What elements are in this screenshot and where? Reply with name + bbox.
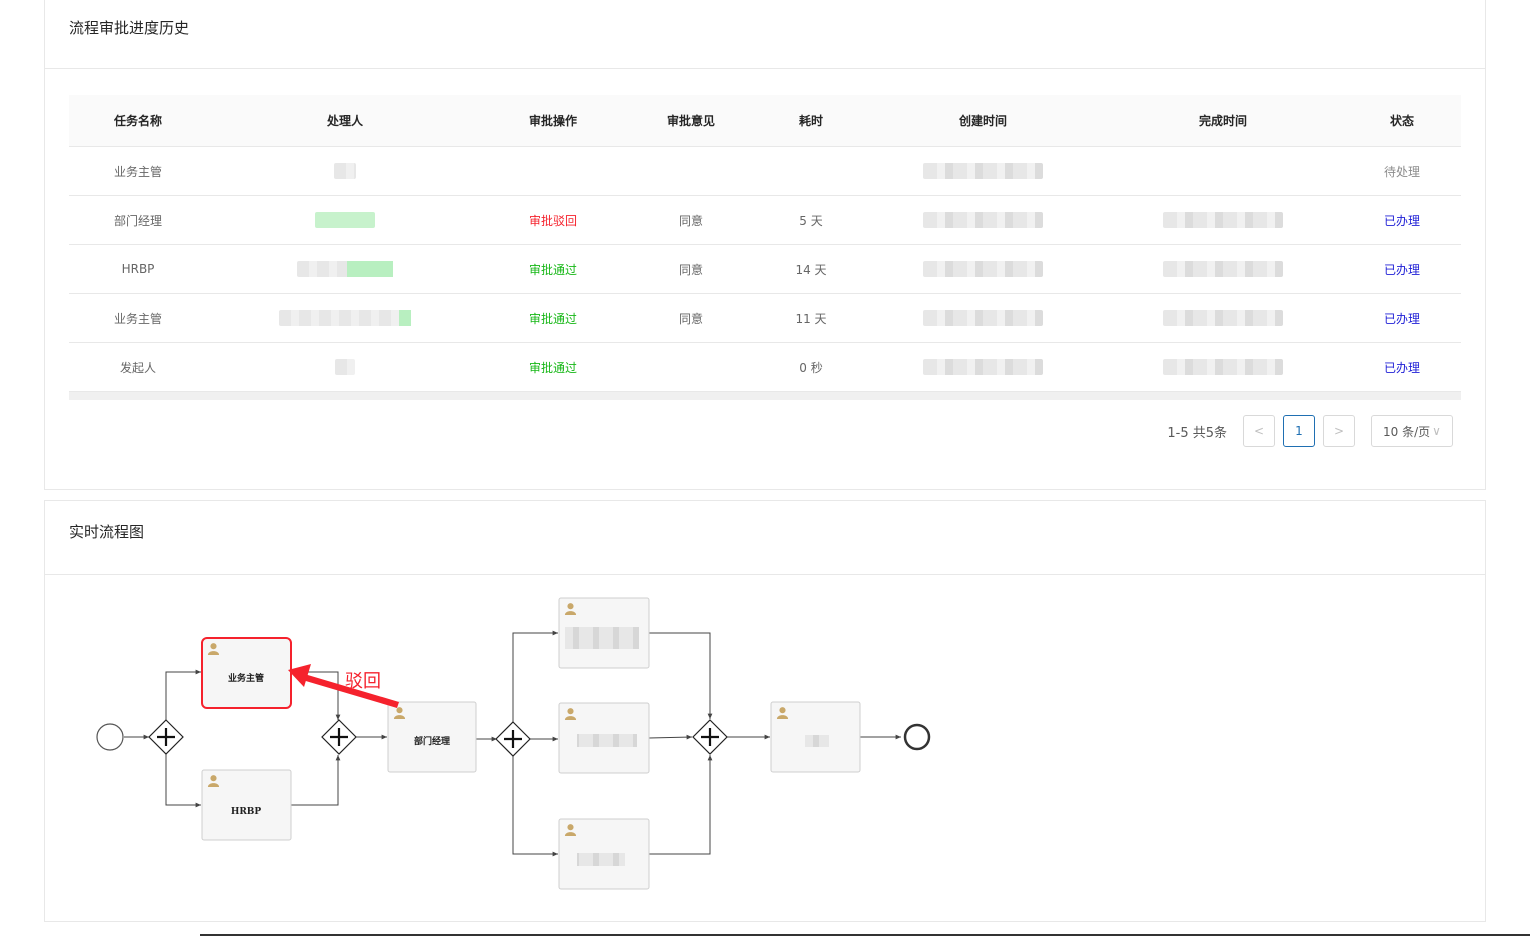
operation <box>483 147 623 195</box>
start-event <box>96 723 124 751</box>
prev-page-button[interactable]: < <box>1243 415 1275 447</box>
duration <box>759 147 863 195</box>
history-title: 流程审批进度历史 <box>45 0 1485 69</box>
col-finished-time: 完成时间 <box>1198 114 1247 128</box>
duration: 11 天 <box>795 311 827 326</box>
col-status: 状态 <box>1389 114 1414 128</box>
task-node-redacted[interactable] <box>558 702 650 774</box>
task-node-supervisor[interactable]: 业务主管 <box>201 637 292 709</box>
next-page-button[interactable]: > <box>1323 415 1355 447</box>
redacted-label <box>577 853 625 866</box>
handler-redacted <box>207 196 483 244</box>
task-node-redacted[interactable] <box>558 818 650 890</box>
status-link[interactable]: 已办理 <box>1343 343 1461 391</box>
finished-time-redacted <box>1103 196 1343 244</box>
col-handler: 处理人 <box>326 114 363 128</box>
operation: 审批通过 <box>528 360 577 375</box>
pagination-total: 1-5 共5条 <box>1167 425 1227 441</box>
reject-annotation: 驳回 <box>288 664 399 708</box>
created-time-redacted <box>863 294 1103 342</box>
task-name: HRBP <box>121 262 155 276</box>
table-row: 部门经理 审批驳回 同意 5 天 已办理 <box>69 196 1461 245</box>
duration: 0 秒 <box>799 360 823 375</box>
col-opinion: 审批意见 <box>666 114 715 128</box>
task-name: 业务主管 <box>113 311 162 326</box>
redacted-label <box>805 735 829 747</box>
table-row: HRBP 审批通过 同意 14 天 已办理 <box>69 245 1461 294</box>
opinion: 同意 <box>678 311 703 326</box>
task-name: 业务主管 <box>113 164 162 179</box>
opinion <box>623 343 759 391</box>
pagination: 1-5 共5条 < 1 > 10 条/页 ∨ <box>1167 415 1453 447</box>
col-created-time: 创建时间 <box>958 114 1007 128</box>
redacted-label <box>577 734 637 747</box>
parallel-gateway-icon <box>692 719 728 755</box>
operation: 审批通过 <box>528 311 577 326</box>
task-node-redacted[interactable] <box>770 701 861 773</box>
history-table: 任务名称 处理人 审批操作 审批意见 耗时 创建时间 完成时间 状态 业务主管 … <box>69 95 1461 400</box>
page-size-value: 10 条/页 <box>1383 424 1431 439</box>
parallel-gateway-icon <box>495 721 531 757</box>
created-time-redacted <box>863 343 1103 391</box>
handler-redacted <box>207 147 483 195</box>
table-row: 发起人 审批通过 0 秒 已办理 <box>69 343 1461 392</box>
col-task-name: 任务名称 <box>113 114 162 128</box>
col-duration: 耗时 <box>798 114 823 128</box>
status-link[interactable]: 已办理 <box>1343 294 1461 342</box>
chevron-down-icon: ∨ <box>1432 424 1441 438</box>
finished-time-redacted <box>1103 294 1343 342</box>
task-node-label: 业务主管 <box>228 672 264 684</box>
status-link[interactable]: 已办理 <box>1343 196 1461 244</box>
table-row: 业务主管 审批通过 同意 11 天 已办理 <box>69 294 1461 343</box>
reject-label: 驳回 <box>345 671 381 692</box>
end-event <box>903 723 931 751</box>
task-name: 发起人 <box>119 360 156 375</box>
table-header: 任务名称 处理人 审批操作 审批意见 耗时 创建时间 完成时间 状态 <box>69 95 1461 147</box>
parallel-gateway-icon <box>148 719 184 755</box>
created-time-redacted <box>863 147 1103 195</box>
finished-time-redacted <box>1103 343 1343 391</box>
process-diagram: 业务主管 HRBP 部门经理 驳回 <box>96 597 931 890</box>
table-row: 业务主管 待处理 <box>69 147 1461 196</box>
handler-redacted <box>207 294 483 342</box>
table-scrollbar[interactable] <box>69 392 1461 400</box>
duration: 14 天 <box>795 262 827 277</box>
status-badge: 待处理 <box>1383 164 1420 179</box>
page-1-button[interactable]: 1 <box>1283 415 1315 447</box>
task-node-label: HRBP <box>231 807 262 817</box>
history-card: 流程审批进度历史 任务名称 处理人 审批操作 审批意见 耗时 创建时间 完成时间… <box>44 0 1486 490</box>
col-operation: 审批操作 <box>528 114 577 128</box>
task-node-label: 部门经理 <box>414 735 450 747</box>
parallel-gateway-icon <box>321 719 357 755</box>
opinion: 同意 <box>678 213 703 228</box>
duration: 5 天 <box>799 213 823 228</box>
opinion <box>623 147 759 195</box>
created-time-redacted <box>863 196 1103 244</box>
operation: 审批通过 <box>528 262 577 277</box>
opinion: 同意 <box>678 262 703 277</box>
task-node-dept-manager[interactable]: 部门经理 <box>387 701 477 773</box>
created-time-redacted <box>863 245 1103 293</box>
operation: 审批驳回 <box>528 213 577 228</box>
finished-time <box>1103 147 1343 195</box>
status-link[interactable]: 已办理 <box>1343 245 1461 293</box>
task-node-hrbp[interactable]: HRBP <box>201 769 292 841</box>
task-name: 部门经理 <box>113 213 162 228</box>
handler-redacted <box>207 343 483 391</box>
page-size-select[interactable]: 10 条/页 ∨ <box>1371 415 1453 447</box>
diagram-card: 实时流程图 业务主管 HRBP 部门经理 驳回 <box>44 500 1486 922</box>
task-node-redacted[interactable] <box>558 597 650 669</box>
handler-redacted <box>207 245 483 293</box>
redacted-label <box>565 627 639 649</box>
finished-time-redacted <box>1103 245 1343 293</box>
